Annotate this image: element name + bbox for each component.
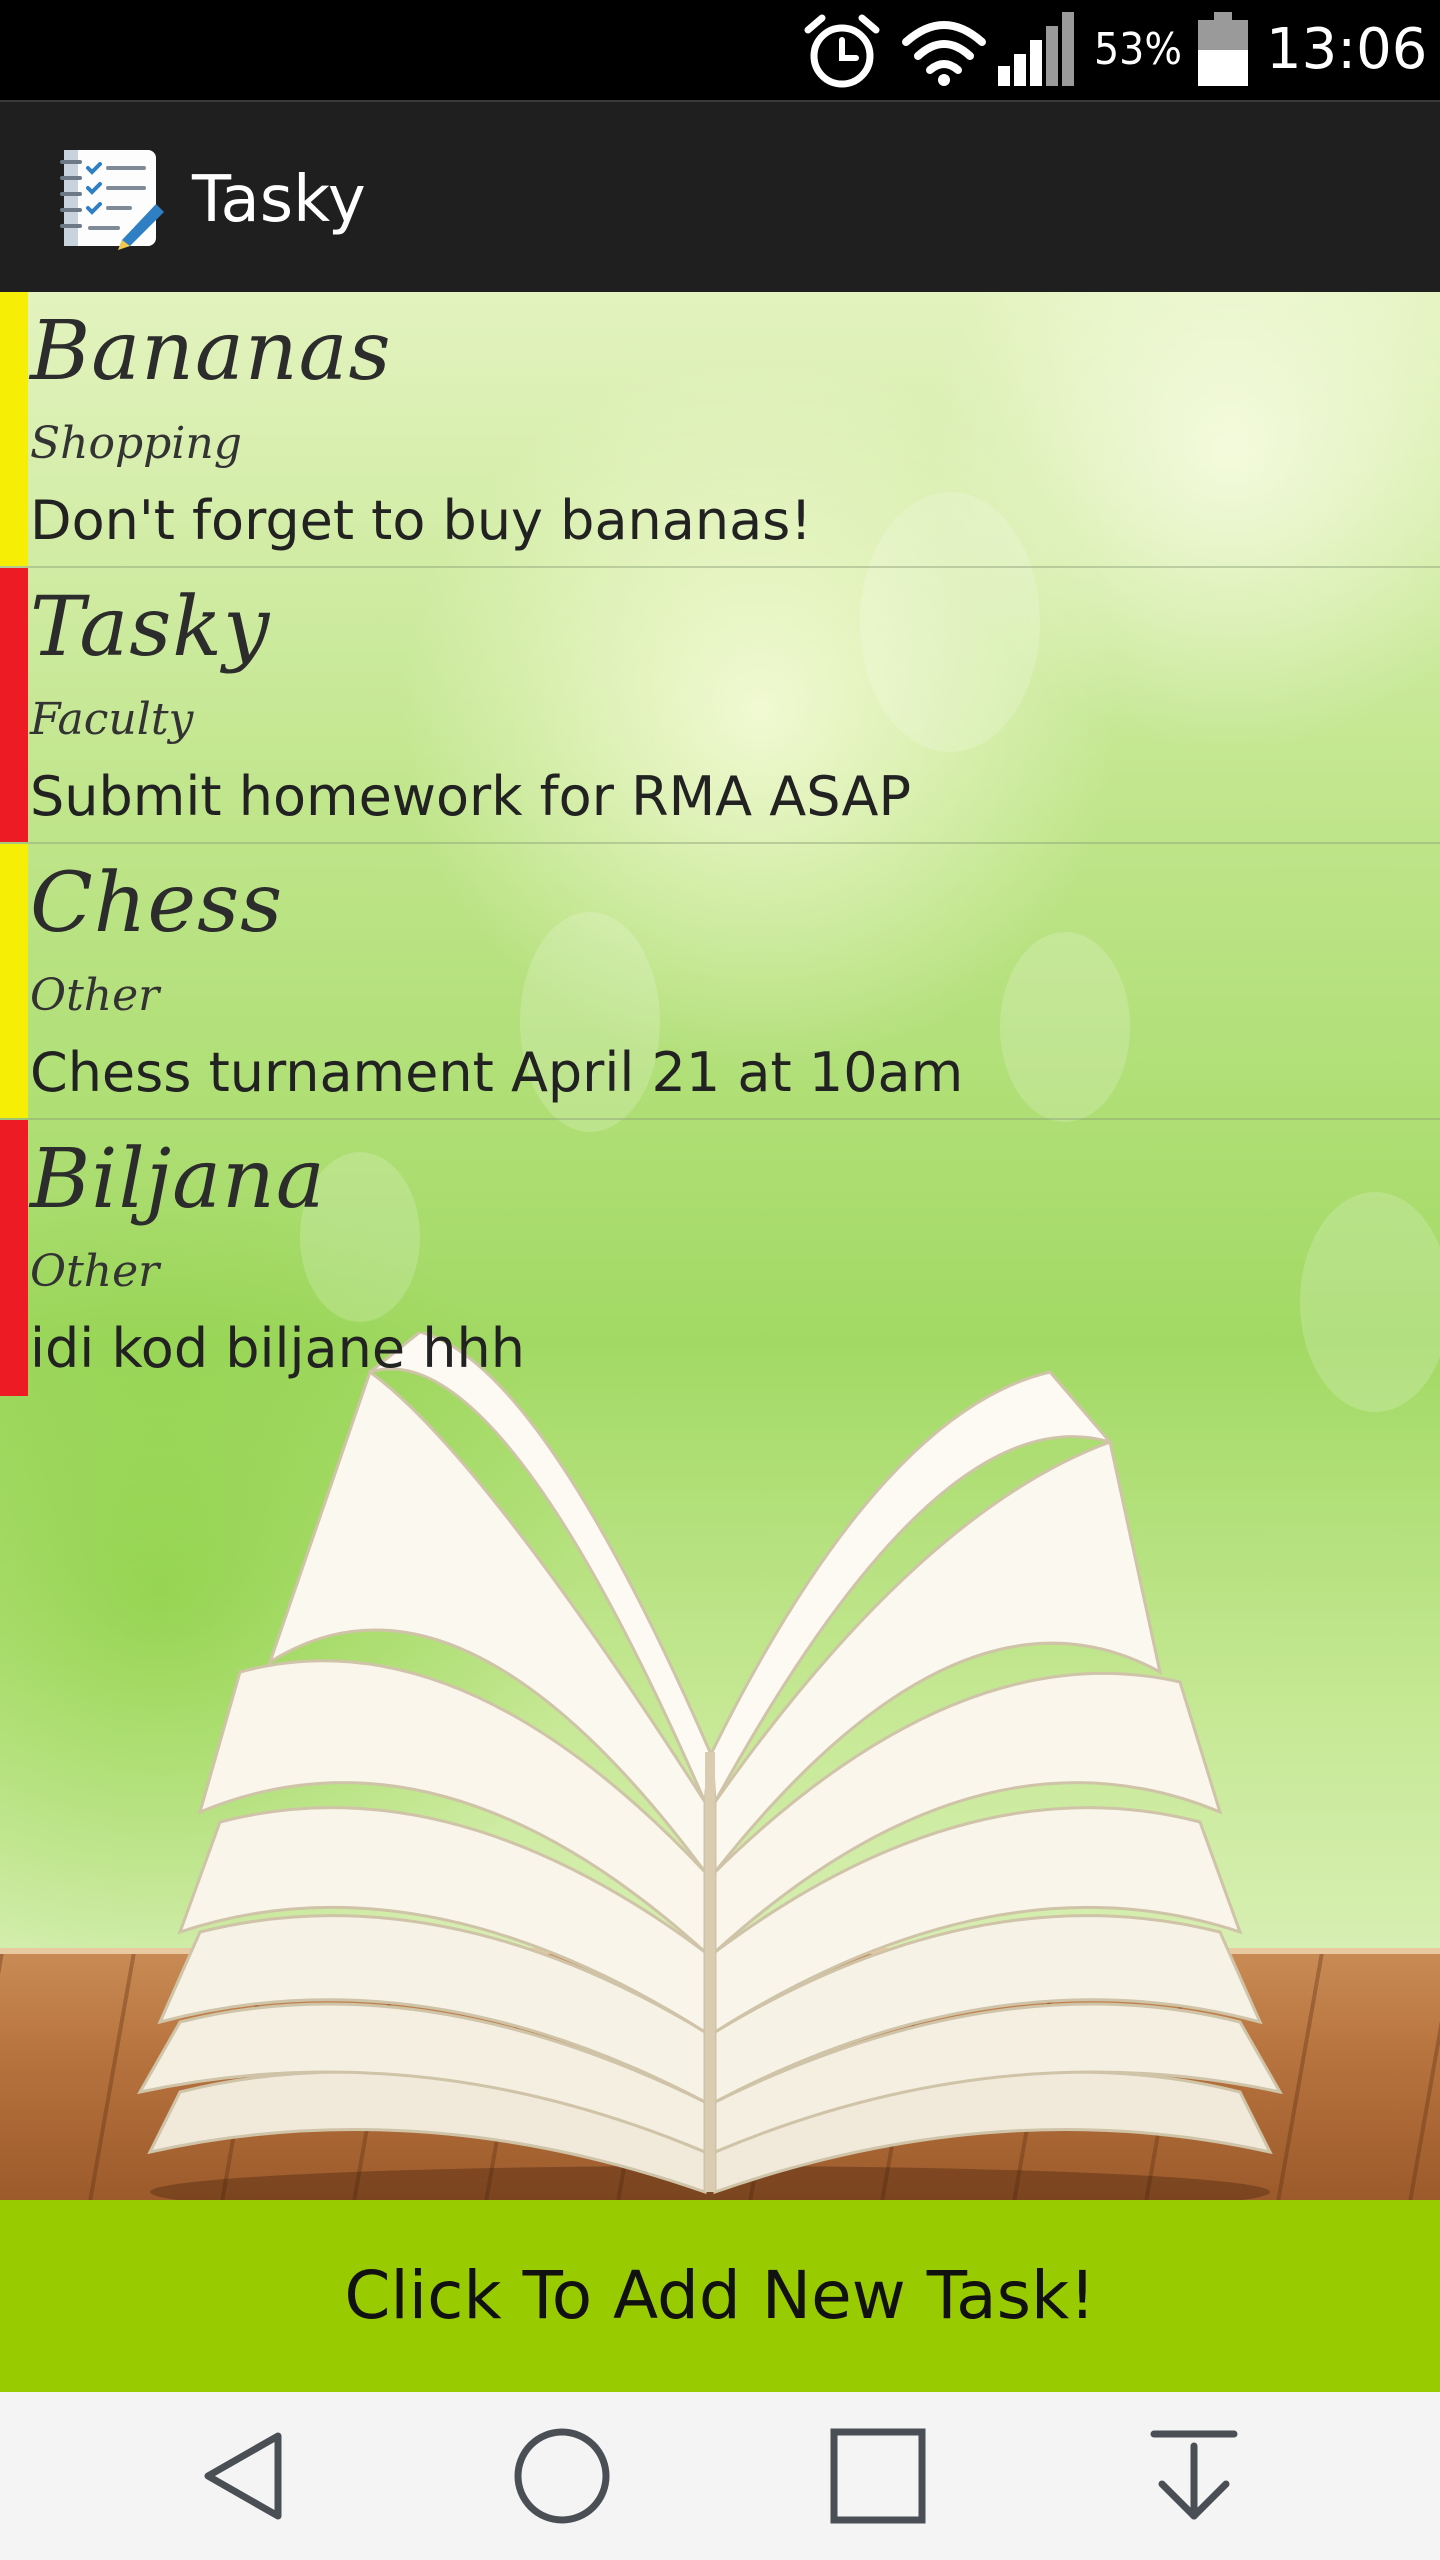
task-item[interactable]: Tasky Faculty Submit homework for RMA AS… (0, 568, 1440, 844)
task-title: Tasky (30, 580, 271, 675)
signal-icon (998, 12, 1074, 86)
open-book-illustration (137, 1332, 1283, 2200)
task-title: Biljana (30, 1132, 326, 1227)
notifications-pull-icon[interactable] (1134, 2426, 1254, 2526)
task-item[interactable]: Chess Other Chess turnament April 21 at … (0, 844, 1440, 1120)
back-icon[interactable] (186, 2426, 306, 2526)
navigation-bar (0, 2392, 1440, 2560)
priority-indicator (0, 568, 28, 842)
alarm-icon (804, 14, 880, 88)
task-description: Submit homework for RMA ASAP (30, 765, 912, 828)
priority-indicator (0, 292, 28, 566)
task-list: Bananas Shopping Don't forget to buy ban… (0, 292, 1440, 1396)
task-category: Faculty (30, 694, 194, 745)
task-title: Chess (30, 856, 284, 951)
wifi-icon (902, 21, 986, 86)
priority-indicator (0, 1120, 28, 1396)
battery-icon (1198, 12, 1248, 86)
action-bar: Tasky (0, 100, 1440, 292)
home-icon[interactable] (502, 2426, 622, 2526)
task-category: Other (30, 1246, 160, 1297)
task-description: Don't forget to buy bananas! (30, 489, 812, 552)
battery-percent: 53% (1094, 24, 1182, 75)
task-description: idi kod biljane hhh (30, 1317, 525, 1380)
clock: 13:06 (1266, 17, 1428, 82)
task-list-screen: Bananas Shopping Don't forget to buy ban… (0, 292, 1440, 2200)
task-title: Bananas (30, 304, 392, 399)
recents-icon[interactable] (818, 2426, 938, 2526)
task-category: Other (30, 970, 160, 1021)
task-item[interactable]: Biljana Other idi kod biljane hhh (0, 1120, 1440, 1396)
checklist-icon[interactable] (60, 146, 164, 250)
priority-indicator (0, 844, 28, 1118)
app-title: Tasky (192, 163, 366, 237)
task-category: Shopping (30, 418, 242, 469)
task-description: Chess turnament April 21 at 10am (30, 1041, 964, 1104)
task-item[interactable]: Bananas Shopping Don't forget to buy ban… (0, 292, 1440, 568)
add-new-task-button[interactable]: Click To Add New Task! (0, 2200, 1440, 2392)
status-bar: 53% 13:06 (0, 0, 1440, 100)
